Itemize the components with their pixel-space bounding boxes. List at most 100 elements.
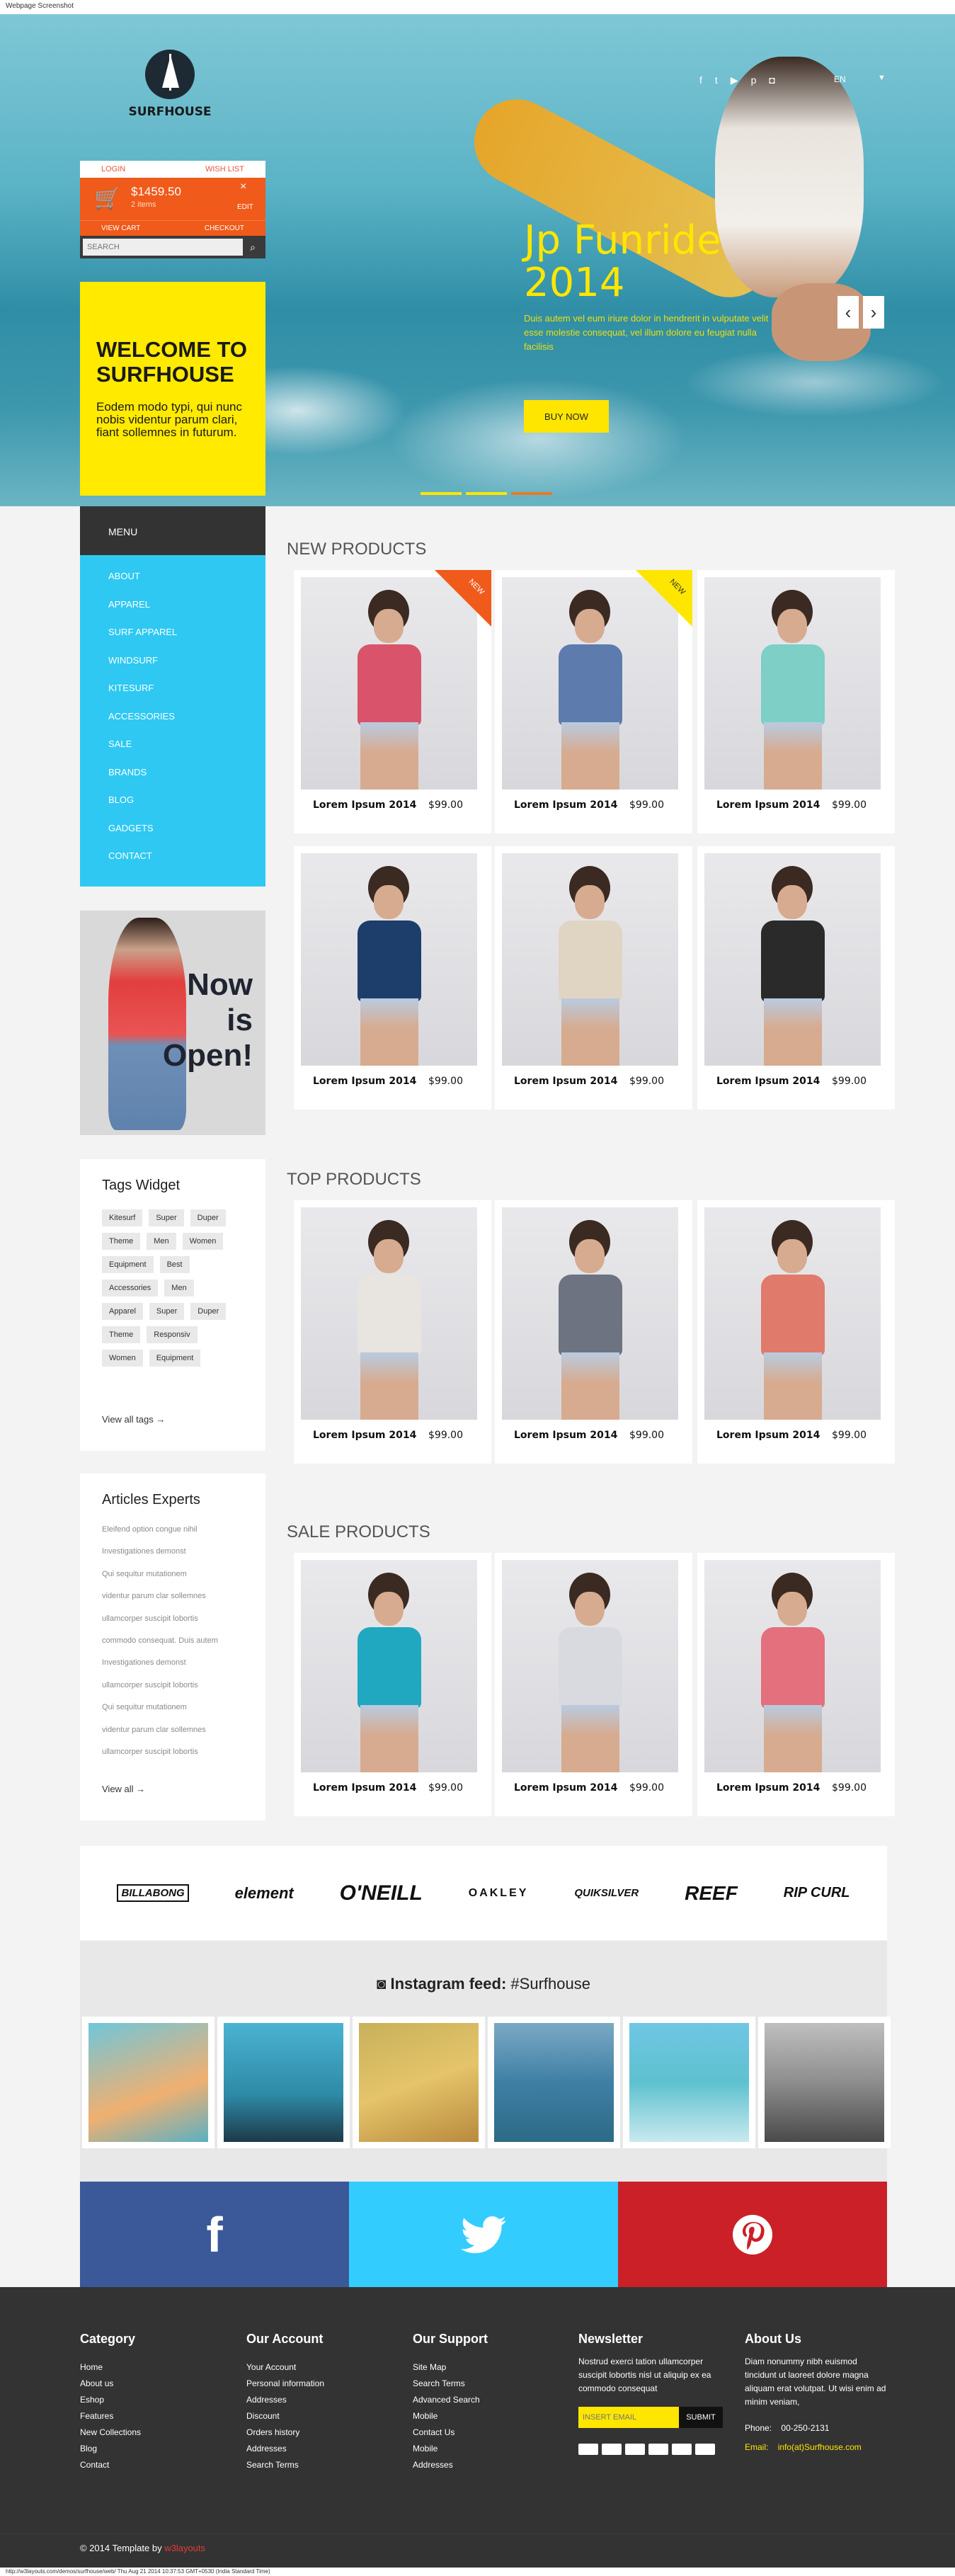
article-link[interactable]: Qui sequitur mutationem [102, 1570, 265, 1592]
brand-logo-billabong[interactable]: BILLABONG [117, 1884, 189, 1902]
newsletter-email-input[interactable] [578, 2407, 679, 2428]
product-card[interactable]: Lorem Ipsum 2014 $99.00 [697, 846, 895, 1110]
product-card[interactable]: Lorem Ipsum 2014 $99.00 [697, 1200, 895, 1464]
product-name[interactable]: Lorem Ipsum 2014 [514, 1782, 617, 1794]
article-link[interactable]: ullamcorper suscipit lobortis [102, 1748, 265, 1769]
footer-link[interactable]: Eshop [80, 2395, 141, 2411]
promo-banner[interactable]: Now is Open! [80, 911, 265, 1135]
menu-item-kitesurf[interactable]: KITESURF [108, 683, 265, 711]
twitter-button[interactable] [349, 2182, 618, 2287]
language-select[interactable]: EN [834, 74, 846, 84]
w3layouts-link[interactable]: w3layouts [164, 2543, 205, 2553]
brand-logo-reef[interactable]: REEF [685, 1882, 738, 1905]
product-image[interactable] [704, 577, 881, 790]
tag[interactable]: Theme [102, 1326, 141, 1343]
logo[interactable]: SURFHOUSE [120, 50, 219, 119]
footer-link[interactable]: Home [80, 2362, 141, 2378]
instagram-icon[interactable]: ◘ [769, 74, 774, 86]
tag[interactable]: Theme [102, 1233, 141, 1250]
article-link[interactable]: commodo consequat. Duis autem [102, 1636, 265, 1658]
tag[interactable]: Men [164, 1280, 194, 1296]
footer-link[interactable]: Addresses [246, 2444, 324, 2460]
instagram-photo[interactable] [82, 2017, 215, 2148]
article-link[interactable]: videntur parum clar sollemnes [102, 1726, 265, 1748]
checkout-link[interactable]: CHECKOUT [205, 224, 244, 232]
product-card[interactable]: Lorem Ipsum 2014 $99.00 [495, 846, 692, 1110]
twitter-icon[interactable]: t [715, 74, 718, 86]
product-card[interactable]: Lorem Ipsum 2014 $99.00 [697, 570, 895, 833]
tag[interactable]: Duper [190, 1303, 227, 1320]
footer-link[interactable]: Mobile [413, 2444, 488, 2460]
wishlist-link[interactable]: WISH LIST [205, 165, 244, 173]
footer-link[interactable]: Orders history [246, 2427, 324, 2444]
menu-item-apparel[interactable]: APPAREL [108, 599, 265, 627]
view-cart-link[interactable]: VIEW CART [101, 224, 140, 232]
brand-logo-oneill[interactable]: O'NEILL [340, 1881, 423, 1905]
tag[interactable]: Best [159, 1256, 190, 1273]
article-link[interactable]: videntur parum clar sollemnes [102, 1592, 265, 1614]
footer-link[interactable]: Contact Us [413, 2427, 488, 2444]
footer-link[interactable]: Mobile [413, 2411, 488, 2427]
footer-link[interactable]: Blog [80, 2444, 141, 2460]
product-image[interactable] [301, 1207, 477, 1420]
product-image[interactable] [502, 853, 678, 1066]
tag[interactable]: Super [149, 1303, 185, 1320]
brand-logo-element[interactable]: element [235, 1884, 294, 1903]
search-icon[interactable]: ⌕ [243, 239, 263, 256]
menu-item-about[interactable]: ABOUT [108, 571, 265, 599]
tag[interactable]: Women [182, 1233, 224, 1250]
product-card[interactable]: NEW Lorem Ipsum 2014 $99.00 [294, 570, 491, 833]
brand-logo-ripcurl[interactable]: RIP CURL [784, 1885, 850, 1901]
product-image[interactable] [301, 1560, 477, 1772]
article-link[interactable]: Investigationes demonst [102, 1547, 265, 1569]
product-card[interactable]: Lorem Ipsum 2014 $99.00 [495, 1553, 692, 1816]
product-image[interactable] [301, 853, 477, 1066]
product-name[interactable]: Lorem Ipsum 2014 [716, 799, 820, 811]
product-name[interactable]: Lorem Ipsum 2014 [313, 1430, 416, 1441]
product-image[interactable] [704, 853, 881, 1066]
cart-summary[interactable]: 🛒 $1459.50 2 items × EDIT [80, 178, 265, 220]
product-image[interactable] [704, 1207, 881, 1420]
product-image[interactable] [502, 1560, 678, 1772]
youtube-icon[interactable]: ▶ [731, 74, 738, 86]
product-card[interactable]: Lorem Ipsum 2014 $99.00 [294, 1200, 491, 1464]
product-image[interactable] [704, 1560, 881, 1772]
facebook-button[interactable]: f [80, 2182, 349, 2287]
login-link[interactable]: LOGIN [101, 165, 125, 173]
product-image[interactable] [502, 1207, 678, 1420]
newsletter-submit-button[interactable]: SUBMIT [679, 2407, 723, 2428]
menu-item-blog[interactable]: BLOG [108, 794, 265, 823]
article-link[interactable]: Qui sequitur mutationem [102, 1703, 265, 1725]
product-name[interactable]: Lorem Ipsum 2014 [716, 1076, 820, 1087]
view-all-articles-link[interactable]: View all → [102, 1784, 145, 1794]
tag[interactable]: Duper [190, 1209, 226, 1226]
footer-link[interactable]: Search Terms [413, 2378, 488, 2395]
product-card[interactable]: Lorem Ipsum 2014 $99.00 [294, 1553, 491, 1816]
menu-item-sale[interactable]: SALE [108, 739, 265, 767]
footer-link[interactable]: Features [80, 2411, 141, 2427]
chevron-down-icon[interactable]: ▼ [878, 74, 886, 82]
article-link[interactable]: ullamcorper suscipit lobortis [102, 1614, 265, 1636]
slider-prev-arrow-icon[interactable]: ‹ [837, 296, 859, 329]
product-card[interactable]: Lorem Ipsum 2014 $99.00 [294, 846, 491, 1110]
footer-link[interactable]: Advanced Search [413, 2395, 488, 2411]
product-name[interactable]: Lorem Ipsum 2014 [313, 1782, 416, 1794]
article-link[interactable]: ullamcorper suscipit lobortis [102, 1681, 265, 1703]
tag[interactable]: Accessories [102, 1280, 159, 1296]
product-name[interactable]: Lorem Ipsum 2014 [313, 799, 416, 811]
footer-link[interactable]: About us [80, 2378, 141, 2395]
slider-next-arrow-icon[interactable]: › [863, 296, 884, 329]
product-card[interactable]: Lorem Ipsum 2014 $99.00 [495, 1200, 692, 1464]
facebook-icon[interactable]: f [699, 74, 702, 86]
footer-link[interactable]: Your Account [246, 2362, 324, 2378]
view-all-tags-link[interactable]: View all tags → [102, 1414, 165, 1425]
instagram-photo[interactable] [488, 2017, 620, 2148]
menu-item-brands[interactable]: BRANDS [108, 767, 265, 795]
tag[interactable]: Equipment [149, 1350, 201, 1367]
menu-item-accessories[interactable]: ACCESSORIES [108, 711, 265, 739]
pinterest-button[interactable] [618, 2182, 887, 2287]
menu-item-surf-apparel[interactable]: SURF APPAREL [108, 627, 265, 655]
product-name[interactable]: Lorem Ipsum 2014 [514, 1430, 617, 1441]
tag[interactable]: Kitesurf [102, 1209, 143, 1226]
product-card[interactable]: NEW Lorem Ipsum 2014 $99.00 [495, 570, 692, 833]
